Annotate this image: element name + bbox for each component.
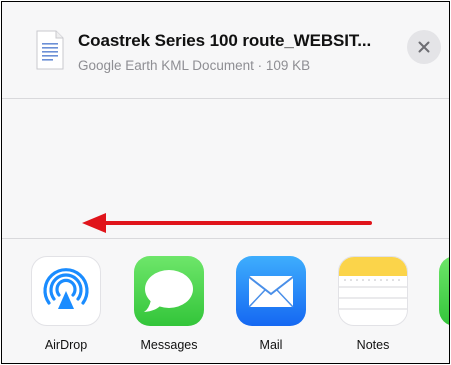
app-label-airdrop: AirDrop	[44, 338, 88, 352]
mail-icon	[236, 256, 306, 326]
app-partial[interactable]: W	[434, 256, 449, 352]
document-icon	[36, 30, 64, 70]
app-mail[interactable]: Mail	[231, 256, 311, 352]
app-label-notes: Notes	[356, 338, 390, 352]
close-icon	[418, 41, 430, 53]
app-messages[interactable]: Messages	[129, 256, 209, 352]
share-sheet-frame: Coastrek Series 100 route_WEBSIT... Goog…	[1, 1, 450, 364]
notes-icon	[338, 256, 408, 326]
messages-icon	[134, 256, 204, 326]
file-title: Coastrek Series 100 route_WEBSIT...	[78, 31, 372, 50]
close-button[interactable]	[407, 30, 441, 64]
red-arrow-annotation	[82, 213, 372, 233]
app-airdrop[interactable]: AirDrop	[26, 256, 106, 352]
app-notes[interactable]: Notes	[333, 256, 413, 352]
file-subtitle: Google Earth KML Document · 109 KB	[78, 58, 311, 73]
app-label-messages: Messages	[140, 338, 198, 352]
airdrop-icon	[31, 256, 101, 326]
app-label-partial: W	[434, 338, 449, 352]
app-icon	[439, 256, 449, 326]
app-share-row: AirDrop Messages Mail Notes	[2, 238, 449, 363]
app-label-mail: Mail	[259, 338, 283, 352]
share-sheet-header: Coastrek Series 100 route_WEBSIT... Goog…	[2, 2, 449, 99]
